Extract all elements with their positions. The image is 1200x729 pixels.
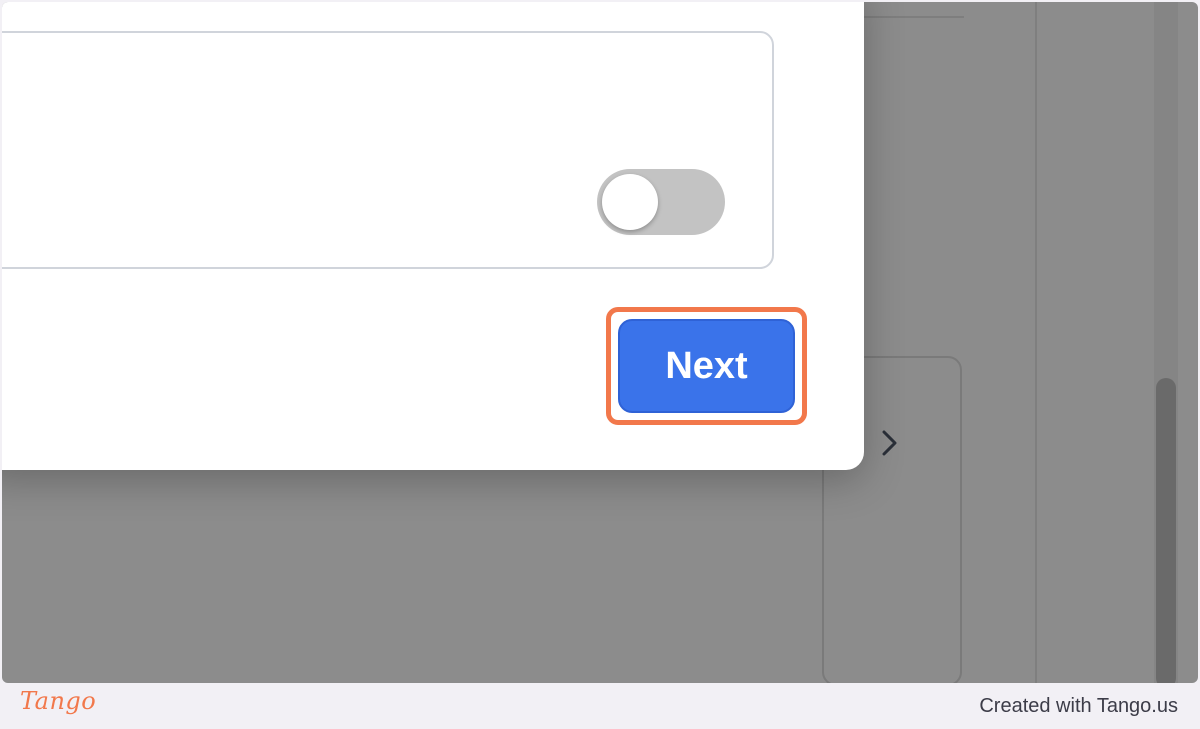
scrollbar-thumb[interactable] [1156,378,1176,683]
next-button[interactable]: Next [618,319,795,413]
chevron-right-icon [876,426,904,460]
background-divider-line [860,16,964,18]
footer-credit: Created with Tango.us [979,695,1178,717]
screenshot-frame: Next [2,2,1198,683]
background-column-divider [1035,2,1037,683]
toggle-switch[interactable] [597,169,725,235]
option-card [2,31,774,269]
modal-dialog: Next [2,2,864,470]
footer-bar: Tango Created with Tango.us [0,683,1200,729]
toggle-knob [602,174,658,230]
tango-logo: Tango [20,687,97,715]
